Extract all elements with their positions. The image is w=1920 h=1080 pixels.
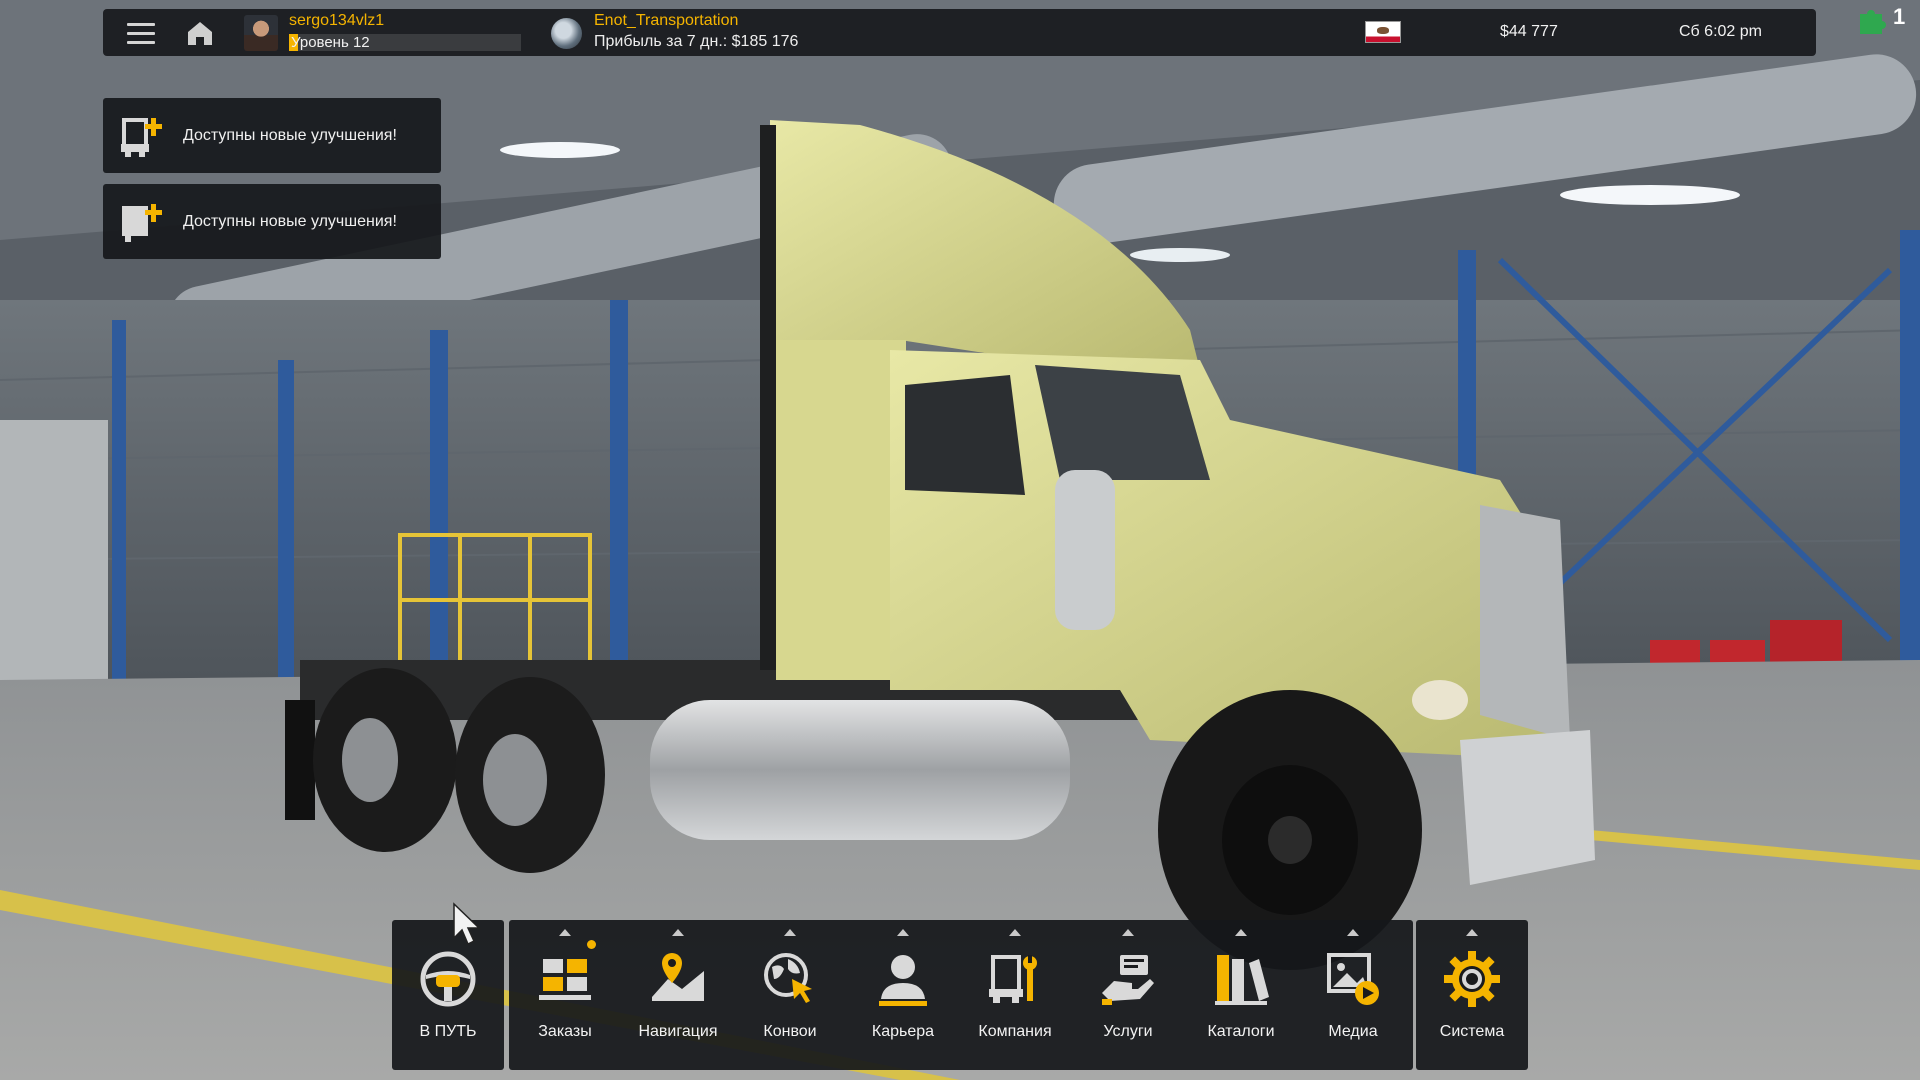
- caret-up-icon: [1009, 929, 1021, 936]
- gear-icon: [1442, 949, 1502, 1009]
- dock-convoys[interactable]: Конвои: [735, 920, 845, 1070]
- dock-label: Конвои: [735, 1023, 845, 1041]
- caret-up-icon: [1235, 929, 1247, 936]
- notification-text: Доступны новые улучшения!: [183, 213, 397, 231]
- truck-wrench-icon: [985, 949, 1045, 1009]
- dock-label: Компания: [960, 1023, 1070, 1041]
- upgrade-notification[interactable]: Доступны новые улучшения!: [103, 184, 441, 259]
- caret-up-icon: [897, 929, 909, 936]
- steering-wheel-icon: [418, 949, 478, 1009]
- notification-text: Доступны новые улучшения!: [183, 127, 397, 145]
- home-icon[interactable]: [185, 19, 215, 47]
- weekly-profit: Прибыль за 7 дн.: $185 176: [594, 33, 798, 51]
- dock-navigation[interactable]: Навигация: [623, 920, 733, 1070]
- person-icon: [873, 949, 933, 1009]
- caret-up-icon: [672, 929, 684, 936]
- dock-media[interactable]: Медиа: [1298, 920, 1408, 1070]
- caret-up-icon: [1466, 929, 1478, 936]
- california-flag-icon: [1365, 21, 1401, 43]
- company-name[interactable]: Enot_Transportation: [594, 12, 738, 30]
- dock-label: Навигация: [623, 1023, 733, 1041]
- drive-label: В ПУТЬ: [393, 1023, 503, 1041]
- drive-button[interactable]: В ПУТЬ: [393, 920, 503, 1070]
- dock-label: Услуги: [1073, 1023, 1183, 1041]
- dock-services[interactable]: Услуги: [1073, 920, 1183, 1070]
- caret-up-icon: [1122, 929, 1134, 936]
- cargo-boxes-icon: [535, 949, 595, 1009]
- media-play-icon: [1323, 949, 1383, 1009]
- caret-up-icon: [1347, 929, 1359, 936]
- username[interactable]: sergo134vlz1: [289, 12, 384, 30]
- dock-label: Медиа: [1298, 1023, 1408, 1041]
- game-clock: Сб 6:02 pm: [1679, 23, 1762, 41]
- dock-label: Система: [1417, 1023, 1527, 1041]
- dock-label: Заказы: [510, 1023, 620, 1041]
- avatar[interactable]: [244, 15, 278, 51]
- dock-label: Карьера: [848, 1023, 958, 1041]
- caret-up-icon: [559, 929, 571, 936]
- puzzle-count: 1: [1893, 4, 1905, 30]
- puzzle-piece-icon[interactable]: [1856, 6, 1888, 36]
- dock-orders[interactable]: Заказы: [510, 920, 620, 1070]
- catalog-books-icon: [1211, 949, 1271, 1009]
- money-balance: $44 777: [1500, 23, 1558, 41]
- hand-services-icon: [1098, 949, 1158, 1009]
- dock-catalogs[interactable]: Каталоги: [1186, 920, 1296, 1070]
- trailer-upgrade-icon: [119, 200, 165, 244]
- upgrade-notification[interactable]: Доступны новые улучшения!: [103, 98, 441, 173]
- level-label: Уровень 12: [289, 34, 370, 51]
- hamburger-menu-icon[interactable]: [125, 19, 157, 47]
- top-bar: sergo134vlz1 Уровень 12 Enot_Transportat…: [103, 9, 1816, 56]
- map-pin-icon: [648, 949, 708, 1009]
- truck-upgrade-icon: [119, 114, 165, 158]
- dock-label: Каталоги: [1186, 1023, 1296, 1041]
- dock-company[interactable]: Компания: [960, 920, 1070, 1070]
- system-button[interactable]: Система: [1417, 920, 1527, 1070]
- new-indicator-dot: [587, 940, 596, 949]
- company-logo[interactable]: [551, 18, 582, 49]
- mouse-cursor-icon: [452, 902, 482, 946]
- caret-up-icon: [784, 929, 796, 936]
- dock-career[interactable]: Карьера: [848, 920, 958, 1070]
- globe-cursor-icon: [760, 949, 820, 1009]
